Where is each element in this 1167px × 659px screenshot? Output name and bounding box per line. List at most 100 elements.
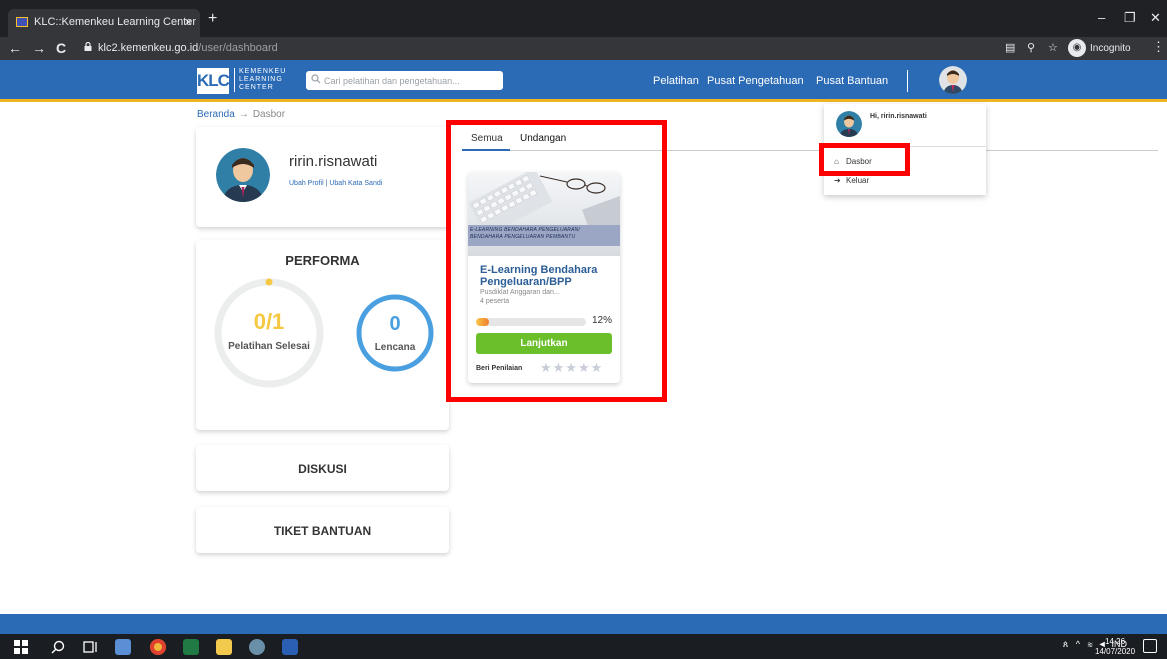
continue-button[interactable]: Lanjutkan (476, 333, 612, 354)
course-participants: 4 peserta (480, 298, 510, 305)
badge-label: Lencana (374, 342, 416, 353)
site-footer (0, 614, 1167, 634)
completed-ring-indicator (265, 278, 273, 286)
dropdown-greeting: Hi, ririn.risnawati (870, 113, 927, 120)
browser-tab-title: KLC::Kemenkeu Learning Center (34, 16, 197, 28)
breadcrumb-arrow-icon: → (238, 109, 249, 120)
course-tabs: Semua Undangan (462, 128, 1158, 151)
lock-icon (84, 42, 92, 51)
search-icon[interactable] (50, 639, 66, 655)
user-dropdown-menu: Hi, ririn.risnawati ⌂ Dasbor ➜ Keluar (824, 104, 986, 195)
word-icon[interactable] (282, 639, 298, 655)
restore-button[interactable]: ❐ (1124, 10, 1136, 26)
nav-divider (907, 70, 908, 92)
avatar-icon (836, 111, 862, 137)
incognito-indicator[interactable]: ◉ Incognito (1068, 39, 1146, 58)
badge-value: 0 (389, 313, 401, 335)
dropdown-avatar (836, 111, 862, 137)
dropdown-divider (824, 146, 986, 147)
course-progress-bar (476, 318, 586, 326)
new-tab-button[interactable]: + (208, 10, 217, 28)
profile-username: ririn.risnawati (289, 153, 378, 170)
back-button[interactable]: ← (8, 40, 22, 56)
clock-date: 14/07/2020 (1095, 647, 1136, 656)
excel-icon[interactable] (183, 639, 199, 655)
completed-label: Pelatihan Selesai (228, 341, 310, 352)
browser-tab-bar: KLC::Kemenkeu Learning Center × + – ❐ ✕ (0, 0, 1167, 37)
file-explorer-icon[interactable] (216, 639, 232, 655)
rating-stars[interactable]: ★★★★★ (540, 360, 603, 376)
browser-tab[interactable]: KLC::Kemenkeu Learning Center × (8, 9, 200, 37)
bookmark-star-icon[interactable]: ☆ (1048, 41, 1058, 54)
breadcrumb-home[interactable]: Beranda (197, 109, 235, 120)
diskusi-card[interactable]: DISKUSI (196, 445, 449, 491)
windows-start-icon[interactable] (13, 639, 29, 655)
tab-close-icon[interactable]: × (185, 15, 192, 29)
avatar-icon (939, 66, 967, 94)
change-password-link[interactable]: Ubah Kata Sandi (329, 180, 382, 187)
profile-links: Ubah Profil | Ubah Kata Sandi (289, 180, 383, 187)
logo-mark: KLC (197, 68, 230, 94)
network-icon[interactable]: ≋ (1087, 639, 1092, 649)
reload-button[interactable]: C (56, 40, 66, 56)
translate-icon[interactable]: ▤ (1005, 41, 1015, 54)
rate-label: Beri Penilaian (476, 365, 523, 372)
notification-icon[interactable] (1143, 639, 1157, 653)
tab-semua[interactable]: Semua (471, 133, 503, 150)
sign-out-icon: ➜ (834, 176, 841, 185)
search-input[interactable] (324, 73, 499, 88)
site-header: KLC KEMENKEU LEARNING CENTER Pelatihan P… (0, 60, 1167, 102)
course-title[interactable]: E-Learning Bendahara Pengeluaran/BPP (480, 264, 615, 288)
edit-profile-link[interactable]: Ubah Profil (289, 180, 324, 187)
course-thumbnail: E-LEARNING BENDAHARA PENGELUARAN/ BENDAH… (468, 172, 620, 256)
course-progress-percent: 12% (592, 315, 613, 326)
course-banner-text: E-LEARNING BENDAHARA PENGELUARAN/ BENDAH… (470, 227, 581, 240)
profile-avatar (216, 148, 270, 202)
clock-time: 14.26 (1105, 637, 1126, 646)
app-icon[interactable] (115, 639, 131, 655)
minimize-button[interactable]: – (1098, 10, 1105, 25)
people-icon[interactable]: ጰ (1063, 639, 1068, 649)
klc-logo[interactable]: KLC KEMENKEU LEARNING CENTER (197, 68, 287, 94)
task-view-icon[interactable] (83, 639, 99, 655)
nav-pusat-pengetahuan[interactable]: Pusat Pengetahuan (707, 75, 804, 87)
nav-pelatihan[interactable]: Pelatihan (653, 75, 699, 87)
chrome-icon[interactable] (150, 639, 166, 655)
course-progress-fill (476, 318, 490, 326)
taskbar-clock[interactable]: 14.26 14/07/2020 (1095, 637, 1135, 657)
breadcrumb-current: Dasbor (252, 109, 286, 120)
dropdown-item-keluar[interactable]: ➜ Keluar (834, 176, 869, 185)
address-bar[interactable]: klc2.kemenkeu.go.id/user/dashboard (84, 39, 984, 58)
diskusi-title: DISKUSI (298, 462, 347, 476)
incognito-icon: ◉ (1068, 39, 1086, 57)
course-card[interactable]: E-LEARNING BENDAHARA PENGELUARAN/ BENDAH… (468, 172, 620, 383)
url-host: klc2.kemenkeu.go.id (98, 42, 199, 54)
search-icon (311, 74, 321, 84)
logo-text: KEMENKEU LEARNING CENTER (234, 68, 286, 92)
user-avatar-button[interactable] (939, 66, 967, 94)
search-box (306, 71, 503, 90)
home-icon: ⌂ (834, 157, 839, 166)
tab-undangan[interactable]: Undangan (520, 133, 566, 144)
zoom-icon[interactable]: ⚲ (1027, 41, 1035, 54)
nav-pusat-bantuan[interactable]: Pusat Bantuan (816, 75, 888, 87)
tiket-bantuan-title: TIKET BANTUAN (273, 524, 372, 538)
klc-favicon-icon (16, 17, 28, 27)
avatar-icon (216, 148, 270, 202)
active-tab-underline (462, 149, 510, 151)
browser-toolbar: ← → C klc2.kemenkeu.go.id/user/dashboard… (0, 37, 1167, 60)
completed-value: 0/1 (253, 309, 285, 334)
profile-card: ririn.risnawati Ubah Profil | Ubah Kata … (196, 127, 449, 227)
performance-card: PERFORMA 0/1 Pelatihan Selesai 0 Lencana (196, 240, 449, 430)
chrome-incognito-icon[interactable] (249, 639, 265, 655)
browser-menu-icon[interactable]: ⋮ (1152, 39, 1165, 55)
incognito-label: Incognito (1090, 43, 1131, 54)
forward-button[interactable]: → (32, 40, 46, 56)
course-provider: Pusdiklat Anggaran dan... (480, 289, 560, 296)
url-path: /user/dashboard (198, 42, 278, 54)
tiket-bantuan-card[interactable]: TIKET BANTUAN (196, 507, 449, 553)
windows-taskbar: ጰ ^ ≋ ◄ IND 14.26 14/07/2020 (0, 634, 1167, 659)
window-close-button[interactable]: ✕ (1150, 10, 1161, 26)
chevron-up-icon[interactable]: ^ (1076, 639, 1080, 649)
dropdown-item-dasbor[interactable]: ⌂ Dasbor (834, 157, 872, 166)
